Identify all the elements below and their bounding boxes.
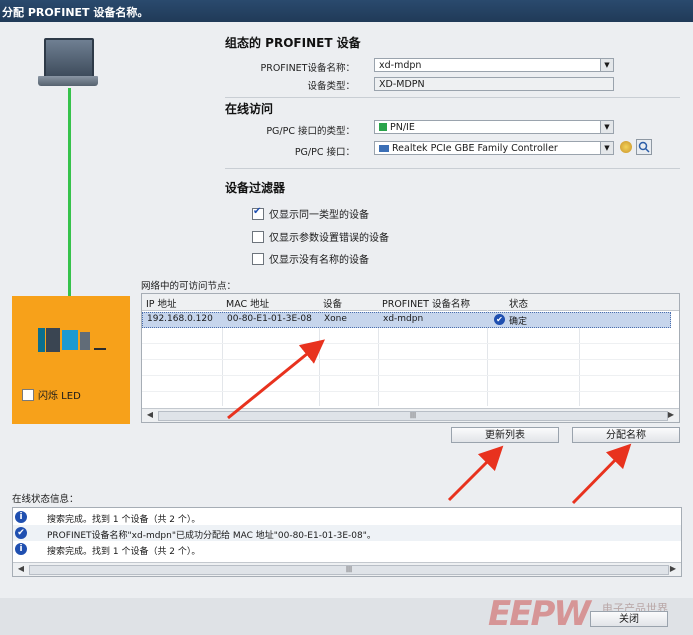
nodes-table-header: IP 地址 MAC 地址 设备 PROFINET 设备名称 状态 [142, 294, 679, 311]
list-item: i 搜索完成。找到 1 个设备（共 2 个）。 [13, 541, 681, 557]
interface-properties-icon[interactable] [620, 141, 632, 153]
col-mac[interactable]: MAC 地址 [226, 296, 269, 310]
cell-profinet-name: xd-mdpn [383, 314, 424, 324]
interface-value: Realtek PCIe GBE Family Controller [392, 143, 558, 154]
nodes-table-hscrollbar[interactable]: ◀ ||| ▶ [142, 408, 679, 422]
flash-led-box[interactable] [22, 388, 34, 401]
scroll-thumb[interactable]: ||| [158, 411, 668, 421]
device-name-value: xd-mdpn [379, 60, 422, 71]
device-name-dropdown-icon[interactable]: ▼ [600, 59, 613, 71]
col-ip[interactable]: IP 地址 [146, 296, 177, 310]
status-messages-list: i 搜索完成。找到 1 个设备（共 2 个）。 ✔ PROFINET设备名称"x… [12, 507, 682, 577]
assign-name-button[interactable]: 分配名称 [572, 427, 680, 443]
flash-led-checkbox[interactable]: 闪烁 LED [22, 387, 81, 402]
device-type-label: 设备类型： [307, 81, 355, 92]
online-section-title: 在线访问 [225, 102, 274, 116]
filter-same-type-checkbox[interactable]: 仅显示同一类型的设备 [252, 206, 369, 221]
status-info-caption: 在线状态信息： [12, 494, 79, 505]
filter-same-type-label: 仅显示同一类型的设备 [269, 210, 369, 221]
network-card-icon [379, 145, 389, 152]
status-message-text: PROFINET设备名称"xd-mdpn"已成功分配给 MAC 地址"00-80… [47, 531, 376, 541]
flash-led-label: 闪烁 LED [38, 391, 81, 402]
filter-section-title: 设备过滤器 [225, 181, 286, 195]
device-panel [12, 296, 130, 424]
window-title: 分配 PROFINET 设备名称。 [2, 6, 149, 19]
interface-type-label: PG/PC 接口的类型： [266, 126, 355, 137]
filter-param-error-label: 仅显示参数设置错误的设备 [269, 233, 389, 244]
cell-device: Xone [324, 314, 347, 324]
scroll-right-icon[interactable]: ▶ [665, 410, 677, 420]
checkbox-icon[interactable] [252, 252, 264, 265]
status-message-text: 搜索完成。找到 1 个设备（共 2 个）。 [47, 515, 201, 525]
pn-ie-icon [379, 123, 387, 131]
scroll-thumb[interactable]: ||| [29, 565, 669, 575]
cell-ip: 192.168.0.120 [147, 314, 213, 324]
scroll-right-icon[interactable]: ▶ [667, 564, 679, 574]
col-status[interactable]: 状态 [509, 296, 528, 310]
interface-dropdown-icon[interactable]: ▼ [600, 142, 613, 154]
close-button[interactable]: 关闭 [590, 611, 668, 627]
network-link-line [68, 88, 71, 328]
interface-select[interactable]: Realtek PCIe GBE Family Controller ▼ [374, 141, 614, 155]
info-icon: i [15, 543, 27, 555]
filter-param-error-checkbox[interactable]: 仅显示参数设置错误的设备 [252, 229, 389, 244]
pg-laptop-icon [38, 38, 98, 90]
device-type-value: XD-MDPN [379, 79, 425, 90]
divider [225, 97, 680, 98]
title-bar: 分配 PROFINET 设备名称。 [0, 0, 693, 22]
device-name-label: PROFINET设备名称： [260, 63, 356, 74]
interface-type-value: PN/IE [390, 122, 415, 133]
status-message-text: 搜索完成。找到 1 个设备（共 2 个）。 [47, 547, 201, 557]
nodes-table-caption: 网络中的可访问节点： [141, 281, 237, 292]
status-ok-icon: ✔ [494, 314, 505, 325]
cell-mac: 00-80-E1-01-3E-08 [227, 314, 312, 324]
col-device[interactable]: 设备 [323, 296, 342, 310]
status-hscrollbar[interactable]: ◀ ||| ▶ [13, 562, 681, 576]
refresh-list-button[interactable]: 更新列表 [451, 427, 559, 443]
list-item: i 搜索完成。找到 1 个设备（共 2 个）。 [13, 509, 681, 525]
info-icon: i [15, 511, 27, 523]
interface-type-dropdown-icon[interactable]: ▼ [600, 121, 613, 133]
col-profinet-name[interactable]: PROFINET 设备名称 [382, 296, 470, 310]
interface-label: PG/PC 接口： [294, 147, 355, 158]
cell-status: 确定 [509, 317, 528, 327]
table-row[interactable]: 192.168.0.120 00-80-E1-01-3E-08 Xone xd-… [142, 312, 671, 328]
checkbox-icon[interactable] [252, 230, 264, 243]
nodes-table: IP 地址 MAC 地址 设备 PROFINET 设备名称 状态 192.168… [141, 293, 680, 423]
search-icon[interactable] [636, 139, 652, 155]
profinet-device-icon [38, 328, 108, 354]
eepw-logo: EEPW [488, 594, 591, 634]
divider [225, 168, 680, 169]
device-type-field: XD-MDPN [374, 77, 614, 91]
interface-type-select[interactable]: PN/IE ▼ [374, 120, 614, 134]
filter-no-name-checkbox[interactable]: 仅显示没有名称的设备 [252, 251, 369, 266]
list-item: ✔ PROFINET设备名称"xd-mdpn"已成功分配给 MAC 地址"00-… [13, 525, 681, 541]
config-section-title: 组态的 PROFINET 设备 [225, 36, 361, 50]
scroll-left-icon[interactable]: ◀ [15, 564, 27, 574]
scroll-left-icon[interactable]: ◀ [144, 410, 156, 420]
checkbox-checked-icon[interactable] [252, 206, 264, 220]
check-icon: ✔ [15, 527, 27, 539]
filter-no-name-label: 仅显示没有名称的设备 [269, 255, 369, 266]
device-name-field[interactable]: xd-mdpn ▼ [374, 58, 614, 72]
